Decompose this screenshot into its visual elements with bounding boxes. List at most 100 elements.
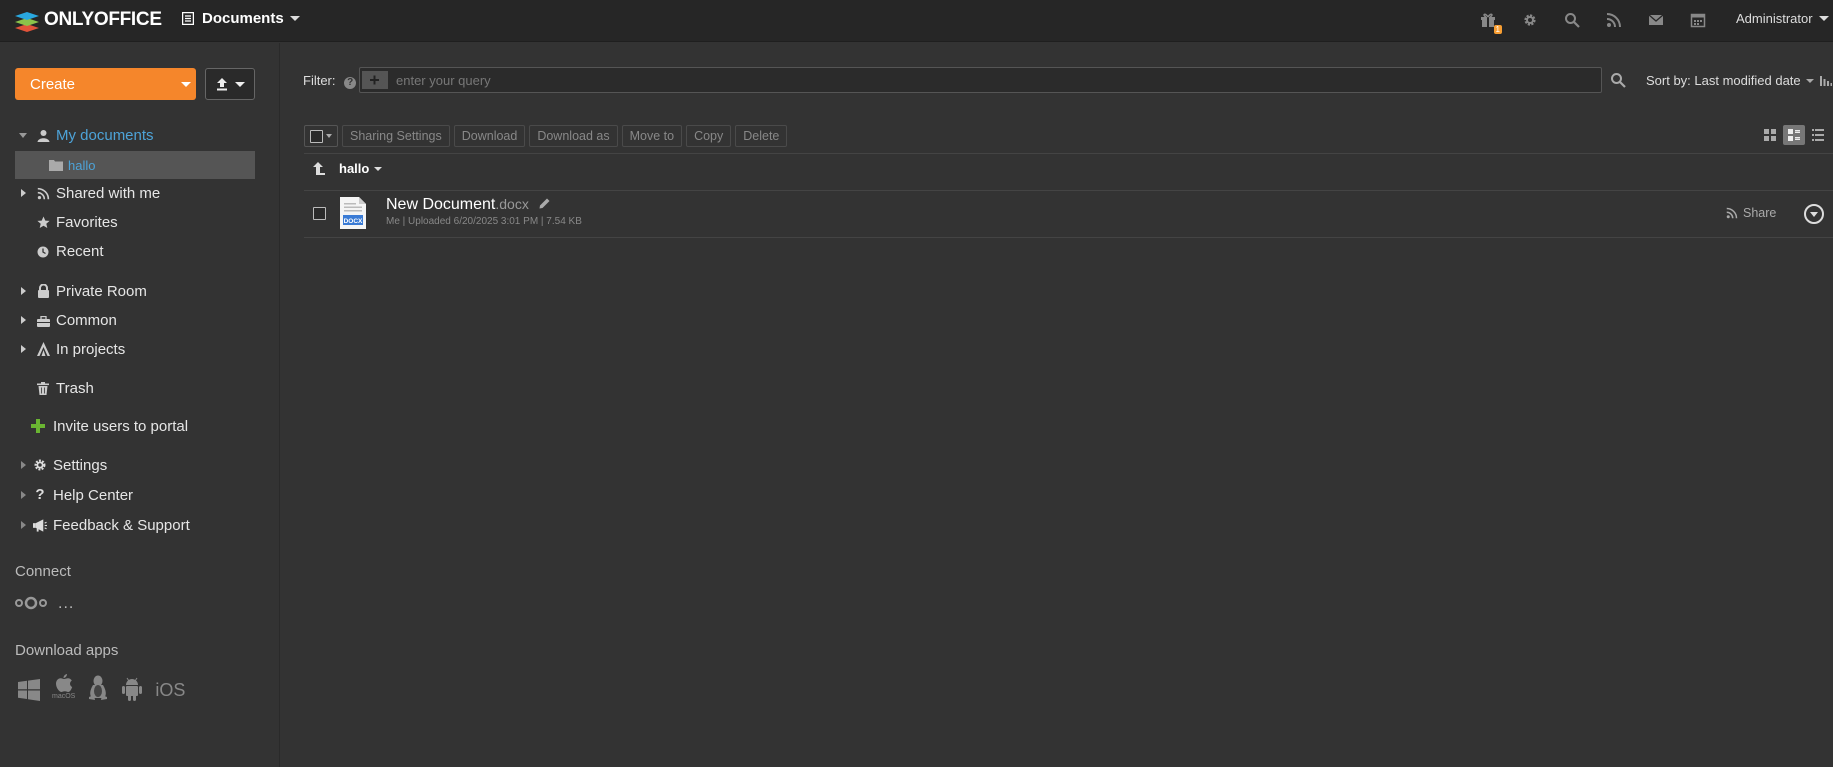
clock-icon: [36, 245, 50, 259]
move-to-button[interactable]: Move to: [621, 125, 683, 147]
download-button[interactable]: Download: [453, 125, 526, 147]
expand-arrow-icon[interactable]: [18, 520, 28, 530]
sidebar: Create My documents hallo Shared with me…: [0, 43, 280, 767]
gear-icon[interactable]: [1519, 9, 1541, 31]
share-icon: [1726, 207, 1738, 219]
chevron-down-icon: [326, 134, 332, 138]
sidebar-item-label: hallo: [68, 157, 96, 173]
user-icon: [36, 128, 50, 142]
select-all-checkbox[interactable]: [310, 129, 323, 143]
breadcrumb-folder[interactable]: hallo: [339, 161, 383, 176]
thumbnail-view-icon[interactable]: [1759, 125, 1781, 145]
add-filter-button[interactable]: [362, 71, 388, 89]
breadcrumb-folder-name: hallo: [339, 161, 370, 176]
share-label: Share: [1743, 206, 1777, 220]
document-icon: [182, 12, 194, 25]
ios-app-link[interactable]: iOS: [155, 680, 185, 701]
file-checkbox[interactable]: [313, 207, 326, 220]
sidebar-item-label: Private Room: [56, 282, 147, 300]
sidebar-item-hallo[interactable]: hallo: [0, 151, 255, 179]
file-action-toolbar: Sharing Settings Download Download as Mo…: [304, 125, 791, 147]
help-icon[interactable]: ?: [344, 77, 357, 89]
expand-arrow-icon[interactable]: [18, 490, 28, 500]
file-menu-button[interactable]: [1804, 204, 1824, 224]
expand-arrow-icon[interactable]: [18, 315, 28, 325]
chevron-down-icon: [1818, 16, 1829, 21]
sharing-settings-button[interactable]: Sharing Settings: [342, 125, 450, 147]
sidebar-item-recent[interactable]: Recent: [0, 238, 260, 264]
android-icon[interactable]: [121, 677, 143, 701]
sidebar-item-feedback[interactable]: Feedback & Support: [0, 512, 260, 538]
top-bar: ONLYOFFICE Documents 1 Administrator: [0, 0, 1833, 42]
feed-icon[interactable]: [1603, 9, 1625, 31]
chevron-down-icon: [1805, 78, 1814, 83]
sidebar-item-favorites[interactable]: Favorites: [0, 209, 260, 235]
nextcloud-icon[interactable]: [15, 596, 47, 615]
list-view-icon[interactable]: [1807, 125, 1829, 145]
expand-arrow-icon[interactable]: [18, 460, 28, 470]
sidebar-item-my-documents[interactable]: My documents: [0, 122, 260, 148]
expand-arrow-icon[interactable]: [18, 344, 28, 354]
calendar-icon[interactable]: [1687, 9, 1709, 31]
gift-icon[interactable]: 1: [1477, 9, 1502, 34]
docx-file-icon-label: DOCX: [344, 218, 363, 225]
create-button[interactable]: Create: [15, 68, 196, 100]
chevron-down-icon: [289, 16, 300, 21]
sidebar-item-in-projects[interactable]: In projects: [0, 336, 260, 362]
collapse-arrow-icon[interactable]: [18, 130, 28, 140]
filter-label: Filter:: [303, 73, 336, 88]
user-menu[interactable]: Administrator: [1736, 11, 1829, 26]
megaphone-icon: [33, 518, 47, 532]
search-icon[interactable]: [1561, 9, 1583, 31]
onlyoffice-logo[interactable]: ONLYOFFICE: [14, 7, 162, 33]
sidebar-item-settings[interactable]: Settings: [0, 452, 260, 478]
select-all-dropdown[interactable]: [304, 125, 338, 147]
expand-arrow-icon[interactable]: [18, 188, 28, 198]
breadcrumb: hallo: [313, 161, 383, 176]
sort-direction-icon[interactable]: [1819, 75, 1832, 86]
windows-icon[interactable]: [18, 679, 40, 701]
chevron-down-icon: [374, 166, 383, 171]
compact-view-icon[interactable]: [1783, 125, 1805, 145]
chevron-down-icon: [235, 81, 245, 87]
create-dropdown-toggle[interactable]: [176, 68, 196, 100]
upload-button[interactable]: [205, 68, 255, 100]
search-input[interactable]: [396, 72, 1296, 88]
file-row[interactable]: DOCX New Document .docx Me | Uploaded 6/…: [304, 191, 1833, 238]
sidebar-item-label: Shared with me: [56, 184, 161, 202]
edit-pencil-icon[interactable]: [539, 198, 550, 209]
module-switcher[interactable]: Documents: [182, 10, 300, 27]
mail-icon[interactable]: [1645, 9, 1667, 31]
sidebar-item-common[interactable]: Common: [0, 307, 260, 333]
download-as-button[interactable]: Download as: [529, 125, 618, 147]
gear-icon: [33, 458, 47, 472]
search-icon[interactable]: [1610, 72, 1626, 88]
folder-icon: [49, 158, 63, 172]
top-icon-bar: 1: [1477, 9, 1729, 34]
expand-arrow-icon[interactable]: [18, 286, 28, 296]
connect-more-button[interactable]: ...: [58, 595, 74, 613]
sidebar-item-label: Feedback & Support: [53, 516, 190, 534]
sidebar-item-private-room[interactable]: Private Room: [0, 278, 260, 304]
share-button[interactable]: Share: [1726, 206, 1776, 220]
file-ext: .docx: [495, 196, 529, 212]
sidebar-item-label: Settings: [53, 456, 108, 474]
connect-title: Connect: [15, 563, 71, 580]
module-label: Documents: [202, 10, 284, 27]
sidebar-item-shared-with-me[interactable]: Shared with me: [0, 180, 260, 206]
copy-button[interactable]: Copy: [686, 125, 732, 147]
sidebar-item-help-center[interactable]: ? Help Center: [0, 482, 260, 508]
sort-selector[interactable]: Sort by: Last modified date: [1646, 73, 1832, 88]
folder-up-icon[interactable]: [313, 162, 325, 175]
delete-button[interactable]: Delete: [735, 125, 788, 147]
plus-icon: [364, 72, 386, 88]
macos-icon[interactable]: macOS: [52, 674, 75, 701]
invite-users-link[interactable]: Invite users to portal: [0, 413, 260, 439]
star-icon: [36, 215, 50, 229]
filter-label-wrap: Filter: ?: [303, 73, 357, 89]
sidebar-item-trash[interactable]: Trash: [0, 375, 260, 401]
file-title[interactable]: New Document .docx: [386, 196, 550, 214]
sidebar-item-label: Trash: [56, 379, 94, 397]
linux-icon[interactable]: [87, 675, 109, 701]
chevron-down-icon: [181, 81, 191, 87]
